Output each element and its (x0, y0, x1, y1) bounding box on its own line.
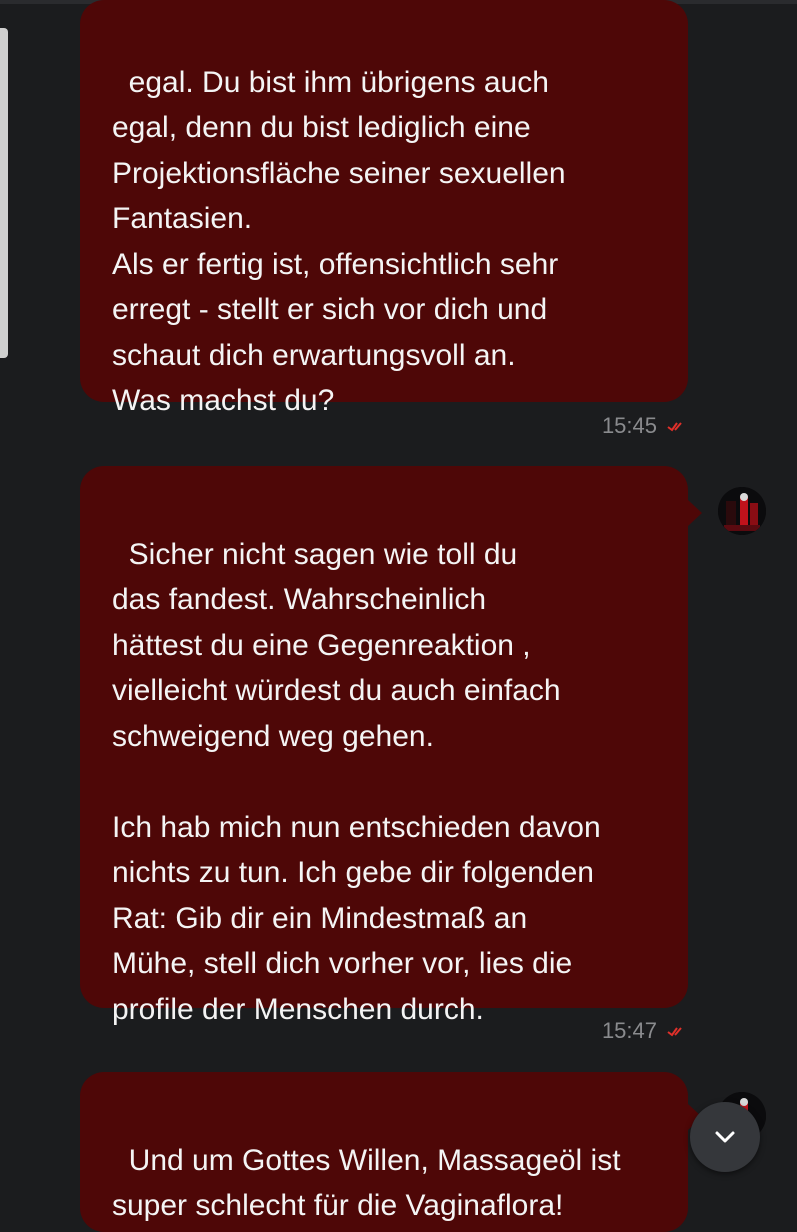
message-bubble[interactable]: egal. Du bist ihm übrigens auch egal, de… (80, 0, 688, 417)
message-time: 15:45 (601, 413, 657, 438)
scrollbar-thumb[interactable] (0, 28, 8, 358)
double-check-icon (667, 422, 682, 432)
avatar[interactable] (718, 487, 766, 535)
bubble-tail (688, 500, 702, 526)
avatar-image (718, 487, 766, 535)
double-check-icon (667, 1027, 682, 1037)
message-meta: 15:47 (602, 1018, 687, 1044)
message-bubble[interactable]: Sicher nicht sagen wie toll du das fande… (80, 466, 688, 1026)
message-meta: 15:45 (602, 413, 687, 439)
message-time: 15:47 (601, 1018, 657, 1043)
message-text: Sicher nicht sagen wie toll du das fande… (112, 537, 601, 1026)
chevron-down-icon (715, 1131, 735, 1143)
scroll-to-bottom-button[interactable] (690, 1102, 760, 1172)
message-bubble[interactable]: Und um Gottes Willen, Massageöl ist supe… (80, 1072, 688, 1232)
message-text: egal. Du bist ihm übrigens auch egal, de… (112, 65, 566, 418)
message-text: Und um Gottes Willen, Massageöl ist supe… (112, 1143, 621, 1223)
